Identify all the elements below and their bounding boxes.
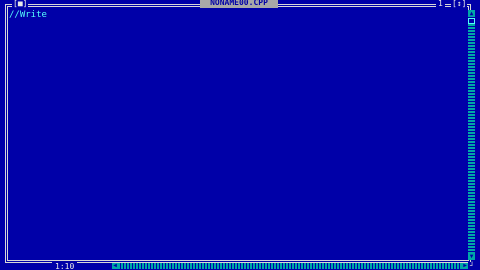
window-title-bar[interactable]: [■] NONAME00.CPP 1 [↕]	[0, 0, 480, 8]
arrow-down-icon[interactable]: ▼	[468, 253, 475, 260]
vertical-scroll-thumb[interactable]	[468, 18, 475, 24]
close-box-icon[interactable]: [■]	[12, 0, 29, 8]
arrow-left-icon[interactable]: ◀	[112, 263, 118, 269]
horizontal-scrollbar[interactable]: ◀ ▶	[112, 263, 468, 269]
arrow-up-icon[interactable]: ▲	[468, 10, 475, 17]
resize-corner-icon[interactable]: ┘	[468, 262, 476, 270]
code-editor[interactable]: //Write	[9, 10, 467, 260]
code-line: //Write	[9, 10, 47, 20]
window-number: 1	[436, 0, 445, 8]
window-title: NONAME00.CPP	[200, 0, 278, 8]
editor-screen: [■] NONAME00.CPP 1 [↕] //Write ▲ ▼ 1:10 …	[0, 0, 480, 270]
vertical-scrollbar[interactable]: ▲ ▼	[468, 10, 475, 260]
zoom-box-icon[interactable]: [↕]	[451, 0, 468, 8]
cursor-position: 1:10	[52, 262, 78, 270]
